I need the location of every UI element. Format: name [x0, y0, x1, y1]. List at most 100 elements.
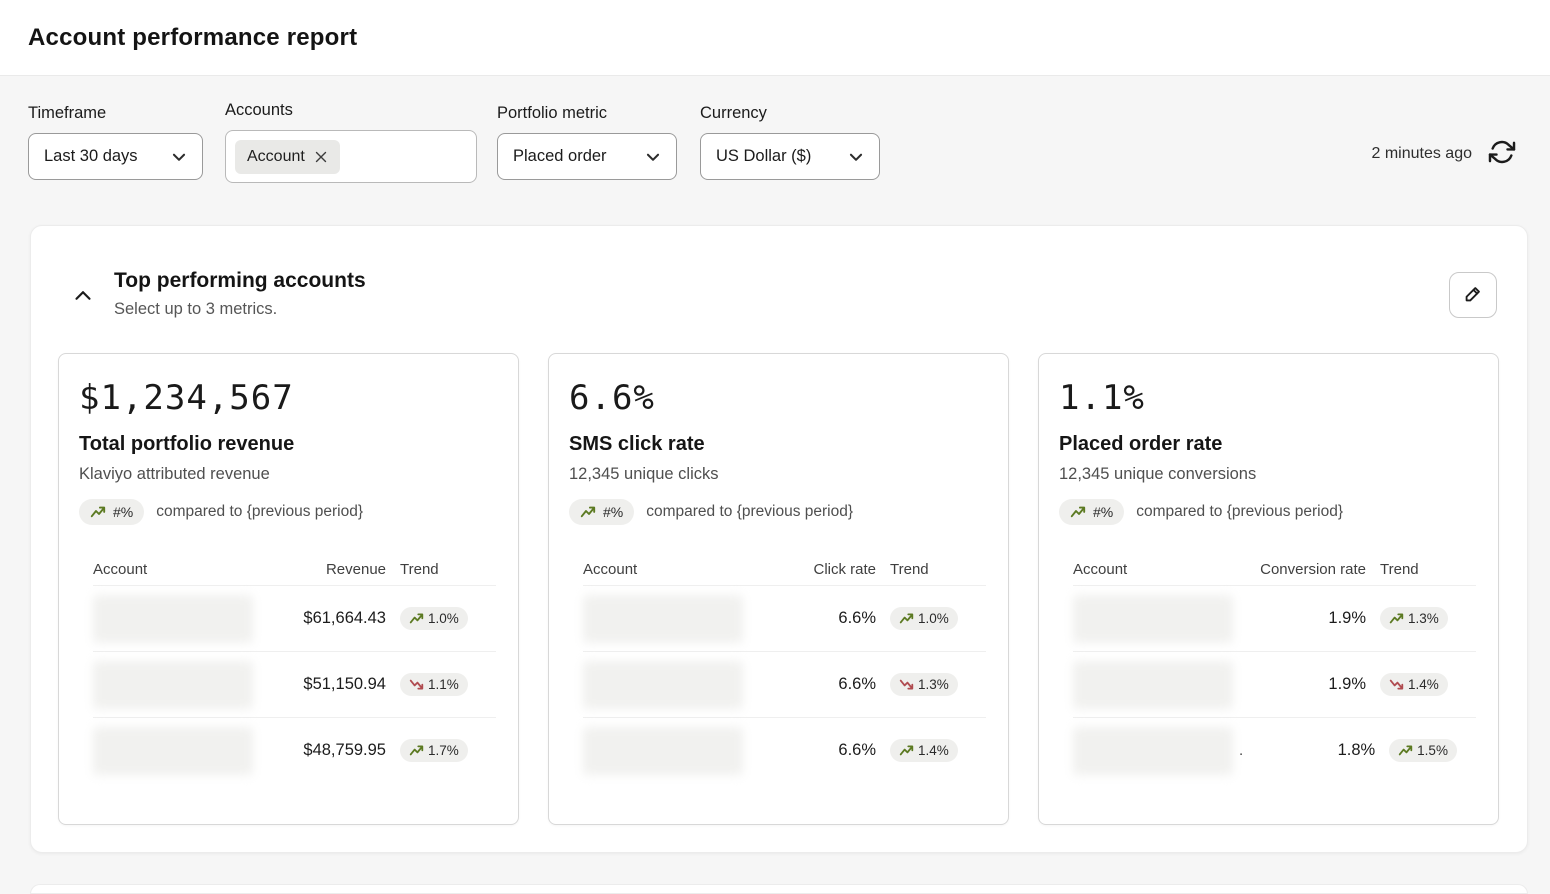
- row-value: 6.6%: [758, 741, 876, 760]
- metric-card-sms-click-rate: 6.6% SMS click rate 12,345 unique clicks…: [548, 353, 1009, 825]
- account-name-redacted: [583, 661, 743, 709]
- row-value: 1.9%: [1248, 675, 1366, 694]
- trend-up-icon: [409, 611, 424, 626]
- trend-pill: 1.0%: [890, 607, 958, 630]
- column-header-trend: Trend: [890, 561, 986, 578]
- account-name-redacted: [583, 727, 743, 775]
- accounts-input[interactable]: Account: [225, 130, 477, 183]
- top-bar: Account performance report: [0, 0, 1550, 76]
- chevron-down-icon: [847, 148, 865, 166]
- metric-subtitle: 12,345 unique conversions: [1059, 465, 1478, 484]
- refresh-button[interactable]: [1488, 138, 1516, 169]
- trend-value: 1.1%: [428, 677, 459, 692]
- comparison-row: #% compared to {previous period}: [1059, 499, 1478, 525]
- collapse-section-button[interactable]: [70, 283, 96, 312]
- trend-value: 1.7%: [428, 743, 459, 758]
- column-header-account: Account: [583, 561, 744, 578]
- trend-pill: 1.3%: [890, 673, 958, 696]
- row-value: $48,759.95: [268, 741, 386, 760]
- section-subtitle: Select up to 3 metrics.: [114, 300, 366, 319]
- comparison-badge-value: #%: [1093, 504, 1113, 520]
- account-performance-report-page: Account performance report Timeframe Las…: [0, 0, 1550, 890]
- table-row: $51,150.94 1.1%: [93, 651, 496, 717]
- table-row: 6.6% 1.3%: [583, 651, 986, 717]
- account-name-redacted: [583, 595, 743, 643]
- section-title: Top performing accounts: [114, 269, 366, 293]
- trend-pill: 1.5%: [1389, 739, 1457, 762]
- page-title: Account performance report: [28, 24, 357, 52]
- portfolio-metric-value: Placed order: [513, 147, 607, 166]
- trend-pill: 1.1%: [400, 673, 468, 696]
- metric-value: $1,234,567: [79, 378, 498, 418]
- metric-value: 6.6%: [569, 378, 988, 418]
- last-refreshed-text: 2 minutes ago: [1371, 145, 1472, 163]
- trend-up-icon: [90, 504, 106, 520]
- timeframe-value: Last 30 days: [44, 147, 138, 166]
- trend-pill: 1.3%: [1380, 607, 1448, 630]
- top-performing-accounts-section: Top performing accounts Select up to 3 m…: [30, 225, 1528, 853]
- portfolio-metric-filter: Portfolio metric Placed order: [497, 104, 677, 180]
- table-header: Account Revenue Trend: [93, 553, 496, 585]
- table-row: 1.9% 1.4%: [1073, 651, 1476, 717]
- trend-value: 1.4%: [918, 743, 949, 758]
- table-row: 1.9% 1.3%: [1073, 585, 1476, 651]
- trend-up-icon: [1070, 504, 1086, 520]
- accounts-table: Account Click rate Trend 6.6% 1.0%: [583, 553, 986, 783]
- remove-chip-icon[interactable]: [314, 150, 328, 164]
- table-header: Account Click rate Trend: [583, 553, 986, 585]
- row-value: 1.8%: [1257, 741, 1375, 760]
- row-value: 6.6%: [758, 609, 876, 628]
- trend-up-icon: [899, 743, 914, 758]
- comparison-badge: #%: [79, 499, 144, 525]
- accounts-table: Account Conversion rate Trend 1.9% 1.3%: [1073, 553, 1476, 783]
- accounts-label: Accounts: [225, 101, 477, 120]
- trend-value: 1.4%: [1408, 677, 1439, 692]
- chevron-up-icon: [70, 283, 96, 312]
- comparison-text: compared to {previous period}: [646, 503, 853, 521]
- metric-subtitle: 12,345 unique clicks: [569, 465, 988, 484]
- trend-up-icon: [409, 743, 424, 758]
- edit-metrics-button[interactable]: [1449, 272, 1497, 318]
- timeframe-filter: Timeframe Last 30 days: [28, 104, 203, 180]
- metric-title: Placed order rate: [1059, 433, 1478, 456]
- account-name-redacted: [1073, 727, 1233, 775]
- metric-value: 1.1%: [1059, 378, 1478, 418]
- comparison-badge: #%: [569, 499, 634, 525]
- metric-subtitle: Klaviyo attributed revenue: [79, 465, 498, 484]
- trend-up-icon: [1398, 743, 1413, 758]
- row-value: 1.9%: [1248, 609, 1366, 628]
- account-name-redacted: [1073, 661, 1233, 709]
- comparison-text: compared to {previous period}: [1136, 503, 1343, 521]
- comparison-text: compared to {previous period}: [156, 503, 363, 521]
- row-value: 6.6%: [758, 675, 876, 694]
- table-row: $61,664.43 1.0%: [93, 585, 496, 651]
- trend-down-icon: [899, 677, 914, 692]
- currency-filter: Currency US Dollar ($): [700, 104, 880, 180]
- section-title-block: Top performing accounts Select up to 3 m…: [114, 269, 366, 319]
- table-row: $48,759.95 1.7%: [93, 717, 496, 783]
- currency-select[interactable]: US Dollar ($): [700, 133, 880, 180]
- trend-pill: 1.4%: [890, 739, 958, 762]
- account-chip[interactable]: Account: [235, 140, 340, 174]
- trend-up-icon: [580, 504, 596, 520]
- column-header-account: Account: [93, 561, 254, 578]
- column-header-value: Conversion rate: [1248, 561, 1366, 578]
- table-header: Account Conversion rate Trend: [1073, 553, 1476, 585]
- account-name-redacted: [93, 661, 253, 709]
- timeframe-select[interactable]: Last 30 days: [28, 133, 203, 180]
- column-header-trend: Trend: [400, 561, 496, 578]
- chevron-down-icon: [644, 148, 662, 166]
- trend-value: 1.3%: [1408, 611, 1439, 626]
- metric-card-placed-order-rate: 1.1% Placed order rate 12,345 unique con…: [1038, 353, 1499, 825]
- currency-value: US Dollar ($): [716, 147, 811, 166]
- column-header-account: Account: [1073, 561, 1234, 578]
- trend-value: 1.0%: [428, 611, 459, 626]
- filter-bar: Timeframe Last 30 days Accounts Account: [0, 76, 1550, 221]
- column-header-value: Revenue: [268, 561, 386, 578]
- trend-pill: 1.4%: [1380, 673, 1448, 696]
- account-chip-label: Account: [247, 148, 305, 166]
- portfolio-metric-select[interactable]: Placed order: [497, 133, 677, 180]
- column-header-trend: Trend: [1380, 561, 1476, 578]
- trend-value: 1.0%: [918, 611, 949, 626]
- metric-title: SMS click rate: [569, 433, 988, 456]
